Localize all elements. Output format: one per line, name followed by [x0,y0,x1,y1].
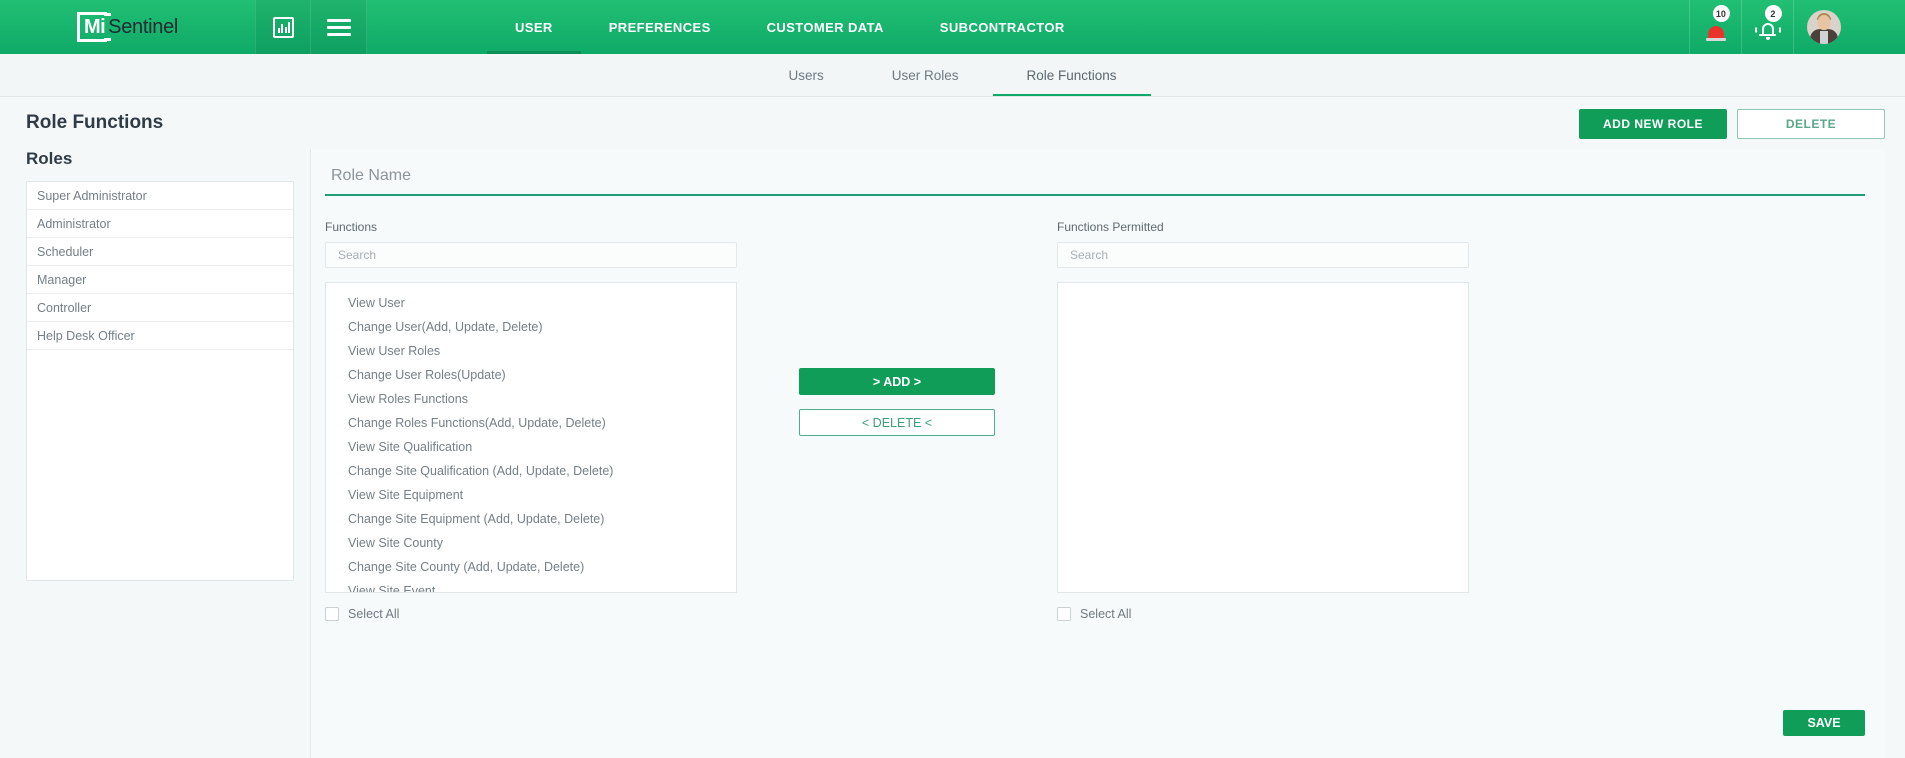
functions-permitted-label: Functions Permitted [1057,220,1164,234]
transfer-buttons: > ADD > < DELETE < [737,220,1057,436]
user-avatar [1806,10,1841,44]
page-content: Roles Super Administrator Administrator … [0,149,1905,758]
profile-button[interactable] [1793,0,1853,54]
hamburger-menu-icon [326,15,351,40]
siren-alarm-icon [1705,21,1727,41]
permitted-select-all-row: Select All [1057,607,1469,621]
list-item[interactable]: Change Site County (Add, Update, Delete) [326,555,736,579]
bell-icon [1754,20,1781,41]
role-name-input[interactable] [331,167,1865,185]
permitted-select-all-checkbox[interactable] [1057,607,1071,621]
permitted-select-all-label: Select All [1080,607,1132,621]
list-item[interactable]: View User Roles [326,339,736,363]
nav-item-subcontractor[interactable]: SUBCONTRACTOR [912,0,1093,54]
functions-permitted-column: Functions Permitted Select All [1057,220,1469,621]
nav-item-preferences[interactable]: PREFERENCES [581,0,739,54]
logo-area[interactable]: Mi Sentinel [0,0,255,54]
list-item[interactable]: Controller [27,294,293,322]
sub-navigation: Users User Roles Role Functions [0,54,1905,97]
list-item[interactable]: Change User Roles(Update) [326,363,736,387]
list-item[interactable]: View Site Qualification [326,435,736,459]
list-item[interactable]: View Site County [326,531,736,555]
nav-item-customer-data[interactable]: CUSTOMER DATA [739,0,912,54]
functions-select-all-label: Select All [348,607,400,621]
logo-mi-text: Mi [83,16,106,38]
logo-sentinel-text: Sentinel [104,13,179,41]
list-item[interactable]: View Site Event [326,579,736,592]
delete-role-button[interactable]: DELETE [1737,109,1885,139]
list-item[interactable]: Change Roles Functions(Add, Update, Dele… [326,411,736,435]
list-item[interactable]: Change Site Equipment (Add, Update, Dele… [326,507,736,531]
functions-list[interactable]: View User Change User(Add, Update, Delet… [325,282,737,593]
notifications-badge: 2 [1764,5,1782,22]
logo-misentinel: Mi Sentinel [76,12,179,42]
roles-panel: Roles Super Administrator Administrator … [26,149,294,758]
page-title: Role Functions [26,112,164,133]
list-item[interactable]: Change User(Add, Update, Delete) [326,315,736,339]
header-actions: 10 2 [1689,0,1853,54]
nav-item-user[interactable]: USER [487,0,581,54]
functions-permitted-list[interactable] [1057,282,1469,593]
functions-permitted-search-input[interactable] [1057,242,1469,268]
roles-heading: Roles [26,149,73,168]
list-item[interactable]: Manager [27,266,293,294]
list-item[interactable]: Super Administrator [27,182,293,210]
notifications-button[interactable]: 2 [1741,0,1793,54]
dashboard-button[interactable] [255,0,311,54]
role-form-panel: Functions View User Change User(Add, Upd… [310,149,1885,758]
list-item[interactable]: Administrator [27,210,293,238]
page-header: Role Functions ADD NEW ROLE DELETE [0,97,1905,149]
logo-mark: Mi [76,12,108,42]
list-item[interactable]: View Site Equipment [326,483,736,507]
list-item[interactable]: Scheduler [27,238,293,266]
add-function-button[interactable]: > ADD > [799,368,995,395]
functions-transfer: Functions View User Change User(Add, Upd… [325,220,1865,621]
list-item[interactable]: Change Site Qualification (Add, Update, … [326,459,736,483]
list-item[interactable]: View Roles Functions [326,387,736,411]
bar-chart-icon [272,16,294,38]
top-header: Mi Sentinel USER PREFERENCES CUSTOMER DA… [0,0,1905,54]
functions-column: Functions View User Change User(Add, Upd… [325,220,737,621]
alerts-button[interactable]: 10 [1689,0,1741,54]
page-actions: ADD NEW ROLE DELETE [1579,109,1885,139]
save-row: SAVE [1783,710,1865,736]
tab-role-functions[interactable]: Role Functions [992,54,1151,96]
list-item[interactable]: Help Desk Officer [27,322,293,350]
tab-user-roles[interactable]: User Roles [858,54,993,96]
remove-function-button[interactable]: < DELETE < [799,409,995,436]
primary-navigation: USER PREFERENCES CUSTOMER DATA SUBCONTRA… [367,0,1689,54]
functions-label: Functions [325,220,378,234]
tab-users[interactable]: Users [754,54,857,96]
functions-select-all-checkbox[interactable] [325,607,339,621]
alerts-badge: 10 [1712,5,1730,22]
menu-toggle-button[interactable] [311,0,367,54]
add-new-role-button[interactable]: ADD NEW ROLE [1579,109,1727,139]
roles-list[interactable]: Super Administrator Administrator Schedu… [26,181,294,581]
role-name-field [325,161,1865,196]
functions-search-input[interactable] [325,242,737,268]
list-item[interactable]: View User [326,291,736,315]
functions-select-all-row: Select All [325,607,737,621]
save-button[interactable]: SAVE [1783,710,1865,736]
